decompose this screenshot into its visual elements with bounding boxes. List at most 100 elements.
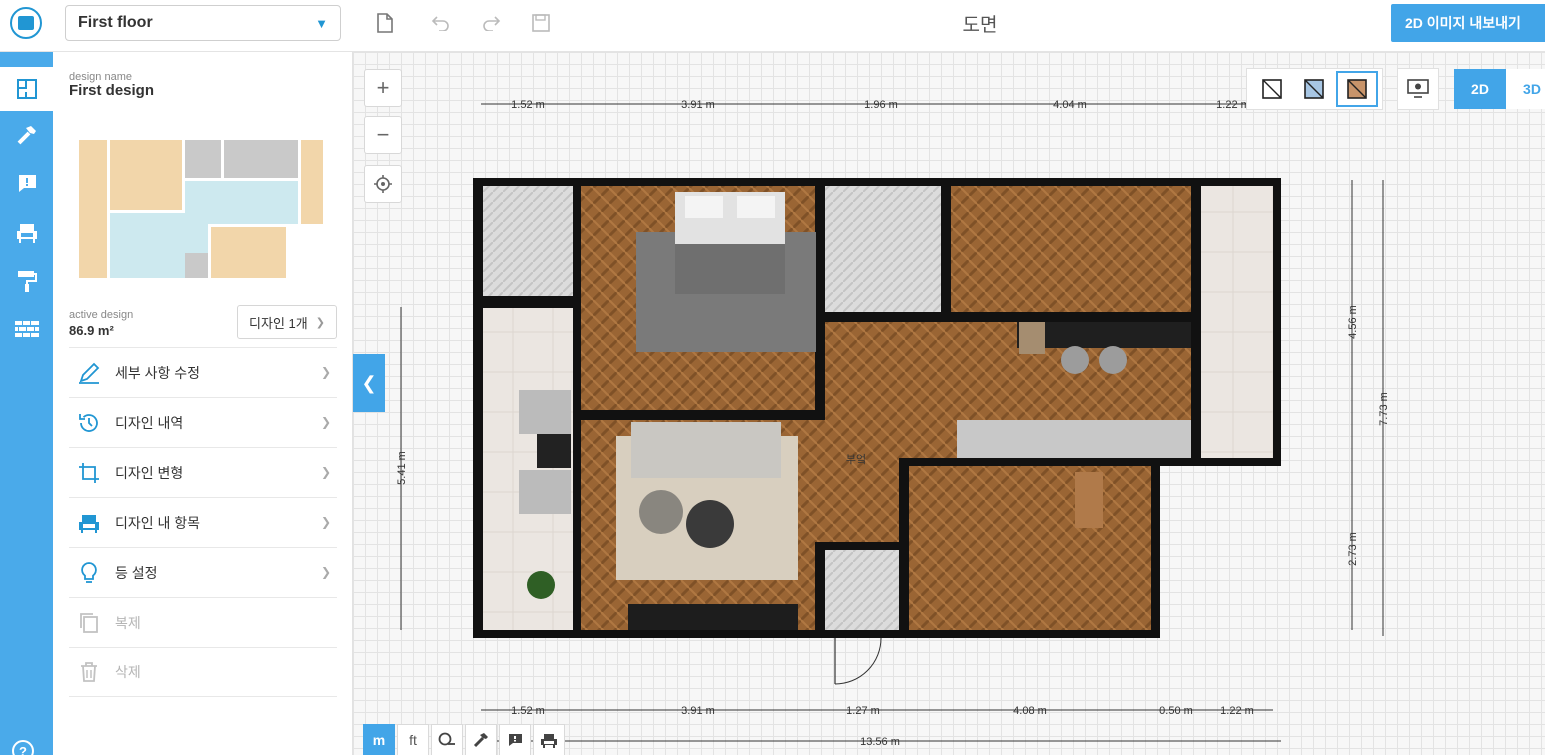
chevron-right-icon: ❯ bbox=[320, 565, 331, 579]
redo-icon[interactable] bbox=[480, 12, 502, 34]
menu-label: 디자인 변형 bbox=[115, 464, 184, 481]
top-dimension-label: 4.04 m bbox=[1053, 99, 1087, 111]
view-textured-button[interactable] bbox=[1335, 71, 1378, 107]
outline-view-icon bbox=[1262, 79, 1282, 99]
build-tool-button[interactable] bbox=[465, 724, 497, 755]
trash-icon bbox=[77, 660, 101, 684]
comment-tool-button[interactable] bbox=[499, 724, 531, 755]
copy-icon bbox=[77, 611, 101, 635]
tape-measure-icon bbox=[438, 732, 455, 746]
active-design-label: active design bbox=[69, 309, 134, 321]
menu-light-settings[interactable]: 등 설정 ❯ bbox=[69, 547, 337, 597]
menu-label: 삭제 bbox=[115, 664, 141, 680]
undo-icon[interactable] bbox=[430, 12, 452, 34]
design-name: First design bbox=[69, 82, 155, 99]
menu-delete: 삭제 bbox=[69, 647, 337, 697]
right-total-label: 7.73 m bbox=[1378, 392, 1390, 426]
menu-design-items[interactable]: 디자인 내 항목 ❯ bbox=[69, 497, 337, 547]
armchair-icon bbox=[541, 734, 557, 748]
bottom-dimension-label: 3.91 m bbox=[681, 705, 715, 717]
menu-label: 복제 bbox=[115, 614, 141, 631]
comment-tool-icon[interactable] bbox=[0, 161, 53, 205]
bottom-dimension-label: 0.50 m bbox=[1159, 705, 1193, 717]
menu-design-variants[interactable]: 디자인 변형 ❯ bbox=[69, 447, 337, 497]
top-dimension-label: 1.22 m bbox=[1216, 99, 1250, 111]
app-logo[interactable] bbox=[10, 7, 42, 39]
bottom-dimension-label: 1.22 m bbox=[1220, 705, 1254, 717]
hammer-icon bbox=[473, 733, 488, 748]
total-width-label: 13.56 m bbox=[860, 736, 900, 748]
chevron-right-icon: ❯ bbox=[320, 415, 331, 429]
floor-select[interactable]: First floor ▼ bbox=[65, 5, 341, 41]
design-count-button[interactable]: 디자인 1개 ❯ bbox=[237, 305, 337, 339]
mode-2d-button[interactable]: 2D bbox=[1454, 69, 1506, 109]
page-title: 도면 bbox=[962, 15, 998, 36]
display-settings-button[interactable] bbox=[1397, 68, 1439, 110]
chevron-right-icon: ❯ bbox=[320, 515, 331, 529]
right-dimension-label: 4.56 m bbox=[1347, 305, 1359, 339]
top-dimension-label: 1.96 m bbox=[864, 99, 898, 111]
color-view-icon bbox=[1304, 79, 1325, 99]
zoom-in-button[interactable]: + bbox=[364, 69, 402, 107]
new-file-icon[interactable] bbox=[374, 12, 396, 34]
menu-design-history[interactable]: 디자인 내역 ❯ bbox=[69, 397, 337, 447]
lightbulb-icon bbox=[77, 561, 101, 585]
menu-label: 등 설정 bbox=[115, 564, 158, 581]
chevron-right-icon: ❯ bbox=[315, 316, 325, 329]
armchair-icon bbox=[77, 511, 101, 535]
crosshair-icon bbox=[374, 175, 392, 193]
crop-icon bbox=[77, 461, 101, 485]
design-count-label: 디자인 1개 bbox=[249, 315, 308, 331]
design-thumbnail[interactable] bbox=[79, 140, 323, 278]
export-2d-image-button[interactable]: 2D 이미지 내보내기 bbox=[1391, 4, 1545, 42]
menu-duplicate: 복제 bbox=[69, 597, 337, 647]
history-icon bbox=[77, 411, 101, 435]
hammer-tool-icon[interactable] bbox=[0, 113, 53, 157]
top-dimension-label: 1.52 m bbox=[511, 99, 545, 111]
save-icon[interactable] bbox=[530, 12, 552, 34]
furniture-tool-icon[interactable] bbox=[0, 210, 53, 254]
furniture-tool-button[interactable] bbox=[533, 724, 565, 755]
view-style-group bbox=[1246, 68, 1383, 110]
top-dimension-label: 3.91 m bbox=[681, 99, 715, 111]
chevron-down-icon: ▼ bbox=[315, 15, 328, 31]
view-color-button[interactable] bbox=[1293, 71, 1335, 107]
unit-m-button[interactable]: m bbox=[363, 724, 395, 755]
bottom-toolbar: m ft bbox=[363, 724, 567, 755]
floorplan-rooms: 부엌 bbox=[473, 178, 1281, 685]
floorplan-drawing[interactable]: 1.52 m 3.91 m 1.96 m 4.04 m 1.22 m 1.52 … bbox=[353, 52, 1545, 755]
menu-label: 디자인 내 항목 bbox=[115, 514, 201, 531]
bottom-dimension-label: 1.52 m bbox=[511, 705, 545, 717]
floorplan-canvas[interactable]: 1.52 m 3.91 m 1.96 m 4.04 m 1.22 m 1.52 … bbox=[353, 52, 1545, 755]
comment-icon bbox=[508, 734, 522, 746]
right-dimension-label: 2.73 m bbox=[1347, 532, 1359, 566]
left-dimension-label: 5.41 m bbox=[396, 451, 408, 485]
recenter-button[interactable] bbox=[364, 165, 402, 203]
floorplan-tool-icon[interactable] bbox=[0, 67, 53, 111]
menu-label: 세부 사항 수정 bbox=[115, 364, 201, 381]
menu-edit-details[interactable]: 세부 사항 수정 ❯ bbox=[69, 347, 337, 397]
unit-ft-button[interactable]: ft bbox=[397, 724, 429, 755]
textured-view-icon bbox=[1347, 79, 1367, 99]
view-outline-button[interactable] bbox=[1251, 71, 1293, 107]
wall-material-tool-icon[interactable] bbox=[0, 308, 53, 352]
top-bar: First floor ▼ 도면 2D 이미지 내보내기 bbox=[0, 0, 1545, 52]
design-menu: 세부 사항 수정 ❯ 디자인 내역 ❯ 디자인 변형 ❯ 디자인 내 항목 ❯ … bbox=[69, 347, 337, 697]
active-design-area: 86.9 m² bbox=[69, 323, 114, 338]
zoom-out-button[interactable]: − bbox=[364, 116, 402, 154]
monitor-settings-icon bbox=[1407, 79, 1429, 98]
menu-label: 디자인 내역 bbox=[115, 414, 184, 431]
bottom-dimension-label: 1.27 m bbox=[846, 705, 880, 717]
pencil-icon bbox=[77, 361, 101, 385]
mode-3d-button[interactable]: 3D bbox=[1506, 69, 1545, 109]
bottom-dimension-label: 4.08 m bbox=[1013, 705, 1047, 717]
chevron-right-icon: ❯ bbox=[320, 365, 331, 379]
measure-tool-button[interactable] bbox=[431, 724, 463, 755]
help-icon[interactable]: ? bbox=[12, 740, 34, 755]
tool-rail: ? bbox=[0, 52, 53, 755]
room-label-kitchen: 부엌 bbox=[846, 453, 866, 466]
paint-roller-tool-icon[interactable] bbox=[0, 259, 53, 303]
floor-select-value: First floor bbox=[78, 14, 153, 31]
collapse-panel-button[interactable]: ❮ bbox=[353, 354, 385, 412]
design-panel: design name First design active design 8… bbox=[53, 52, 353, 755]
